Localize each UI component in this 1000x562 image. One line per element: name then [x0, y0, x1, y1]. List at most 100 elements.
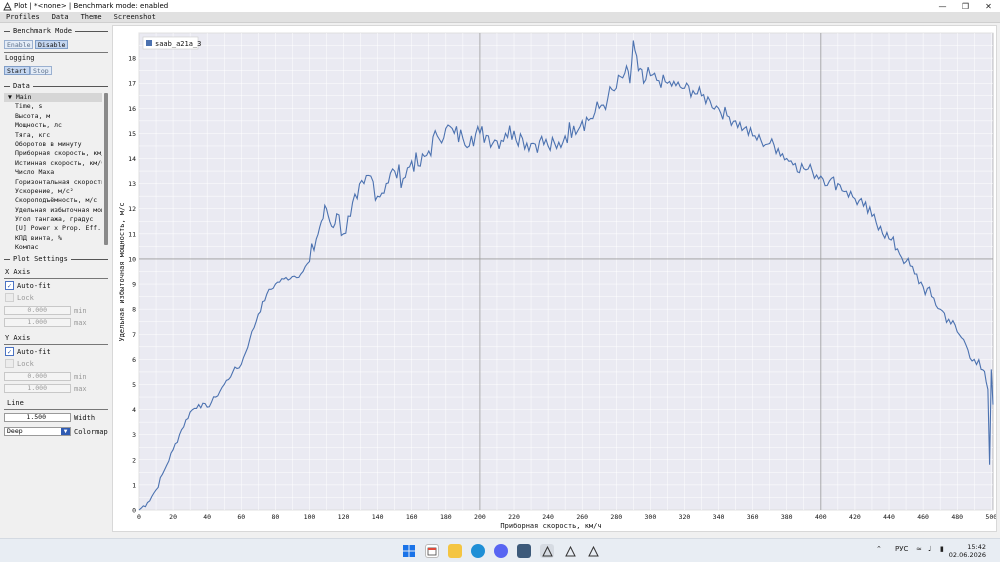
speaker-icon[interactable]: ♩ — [928, 545, 931, 553]
x-tick-label: 280 — [610, 513, 622, 521]
x-tick-label: 240 — [542, 513, 554, 521]
data-tree: ▼ Main Time, s Высота, м Мощность, лс Тя… — [4, 93, 108, 251]
chevron-up-icon[interactable]: ⌃ — [876, 545, 882, 553]
line-width-label: Width — [74, 414, 96, 422]
window-title: Plot | *<none> | Benchmark mode: enabled — [14, 2, 169, 10]
x-tick-label: 60 — [237, 513, 245, 521]
x-tick-label: 260 — [576, 513, 588, 521]
y-tick-label: 10 — [128, 255, 136, 263]
tree-item[interactable]: Истинная скорость, км/ч — [4, 159, 102, 168]
tree-scrollbar[interactable] — [104, 93, 108, 245]
x-tick-label: 80 — [271, 513, 279, 521]
tree-item[interactable]: Скороподъёмность, м/с — [4, 196, 102, 205]
tree-item[interactable]: Приборная скорость, км/ — [4, 149, 102, 158]
x-tick-label: 460 — [917, 513, 929, 521]
y-tick-label: 17 — [128, 80, 136, 88]
tree-item[interactable]: Ускорение, м/с² — [4, 187, 102, 196]
y-tick-label: 5 — [132, 381, 136, 389]
y-max-input[interactable]: 1.000 — [4, 384, 71, 393]
line-chart[interactable]: 0 20 40 60 80 100 120 140 160 180 200 220 240 260 280 3… — [113, 26, 997, 531]
x-autofit-label: Auto-fit — [17, 282, 51, 290]
plot-app-icon-2[interactable] — [563, 544, 577, 558]
tree-item[interactable]: Горизонтальная скорость — [4, 178, 102, 187]
wifi-icon[interactable]: ≈ — [916, 545, 922, 553]
y-tick-label: 0 — [132, 507, 136, 515]
app-icon — [2, 1, 12, 11]
x-autofit-checkbox[interactable]: ✓ — [5, 281, 14, 290]
x-tick-label: 320 — [679, 513, 691, 521]
tree-item[interactable]: Мощность, лс — [4, 121, 102, 130]
x-tick-label: 340 — [713, 513, 725, 521]
x-lock-checkbox[interactable] — [5, 293, 14, 302]
tree-item[interactable]: Высота, м — [4, 112, 102, 121]
plot-app-icon-3[interactable] — [586, 544, 600, 558]
y-autofit-label: Auto-fit — [17, 348, 51, 356]
x-tick-label: 400 — [815, 513, 827, 521]
x-tick-label: 220 — [508, 513, 520, 521]
x-min-label: min — [74, 307, 87, 315]
menu-data[interactable]: Data — [46, 13, 75, 21]
menu-screenshot[interactable]: Screenshot — [108, 13, 162, 21]
y-tick-label: 13 — [128, 180, 136, 188]
y-tick-label: 2 — [132, 456, 136, 464]
tree-item[interactable]: Тяга, кгс — [4, 131, 102, 140]
edge-browser-icon[interactable] — [471, 544, 485, 558]
y-tick-label: 7 — [132, 331, 136, 339]
menu-bar: Profiles Data Theme Screenshot — [0, 12, 1000, 23]
maximize-icon[interactable]: ❐ — [954, 0, 977, 12]
tree-item[interactable]: КПД винта, % — [4, 234, 102, 243]
logging-header: Logging — [5, 54, 35, 62]
menu-profiles[interactable]: Profiles — [0, 13, 46, 21]
legend-label: saab_a21a_3 — [155, 40, 201, 48]
tree-item[interactable]: Компас — [4, 243, 102, 252]
y-tick-label: 3 — [132, 431, 136, 439]
x-min-input[interactable]: 0.000 — [4, 306, 71, 315]
y-min-input[interactable]: 0.000 — [4, 372, 71, 381]
file-explorer-icon[interactable] — [448, 544, 462, 558]
tree-item[interactable]: Time, s — [4, 102, 102, 111]
plot-app-icon[interactable] — [540, 544, 554, 558]
tree-item[interactable]: Оборотов в минуту — [4, 140, 102, 149]
y-tick-label: 6 — [132, 356, 136, 364]
minimize-icon[interactable]: — — [931, 0, 954, 12]
y-lock-checkbox[interactable] — [5, 359, 14, 368]
x-tick-label: 200 — [474, 513, 486, 521]
tree-item[interactable]: Удельная избыточная мощ — [4, 206, 102, 215]
x-tick-label: 20 — [169, 513, 177, 521]
y-tick-label: 12 — [128, 205, 136, 213]
x-max-input[interactable]: 1.000 — [4, 318, 71, 327]
tree-group-main[interactable]: ▼ Main — [4, 93, 102, 103]
close-icon[interactable]: ✕ — [977, 0, 1000, 12]
line-width-input[interactable]: 1.500 — [4, 413, 71, 422]
discord-icon[interactable] — [494, 544, 508, 558]
tree-item[interactable]: Число Маха — [4, 168, 102, 177]
widgets-icon[interactable] — [425, 544, 439, 558]
line-header: Line — [7, 399, 24, 407]
language-indicator[interactable]: РУС — [895, 545, 908, 553]
x-tick-label: 100 — [304, 513, 316, 521]
y-autofit-checkbox[interactable]: ✓ — [5, 347, 14, 356]
logging-start-button[interactable]: Start — [4, 66, 30, 75]
y-tick-label: 14 — [128, 155, 136, 163]
dropdown-arrow-icon[interactable]: ▼ — [61, 428, 70, 435]
tree-item[interactable]: [U] Power x Prop. Eff. — [4, 224, 102, 233]
y-axis-label: Удельная избыточная мощность, м/с — [118, 202, 126, 341]
y-tick-label: 1 — [132, 481, 136, 489]
colormap-select[interactable]: Deep ▼ — [4, 427, 71, 436]
x-tick-label: 140 — [372, 513, 384, 521]
x-tick-label: 360 — [747, 513, 759, 521]
tree-item[interactable]: Угол тангажа, градус — [4, 215, 102, 224]
x-tick-label: 420 — [849, 513, 861, 521]
menu-theme[interactable]: Theme — [75, 13, 108, 21]
benchmark-enable-button[interactable]: Enable — [4, 40, 34, 49]
x-axis-label: Приборная скорость, км/ч — [500, 522, 601, 530]
plot-area[interactable]: 0 20 40 60 80 100 120 140 160 180 200 220 240 260 280 3… — [112, 25, 997, 532]
logging-stop-button[interactable]: Stop — [30, 66, 52, 75]
taskbar: ⌃ РУС ≈ ♩ ▮ 15:42 02.06.2026 — [0, 538, 1000, 562]
benchmark-disable-button[interactable]: Disable — [35, 40, 69, 49]
app-window-icon[interactable] — [517, 544, 531, 558]
system-clock[interactable]: 15:42 02.06.2026 — [949, 543, 986, 559]
legend-swatch — [146, 40, 152, 46]
battery-icon[interactable]: ▮ — [940, 545, 944, 553]
windows-start-icon[interactable] — [402, 544, 416, 558]
